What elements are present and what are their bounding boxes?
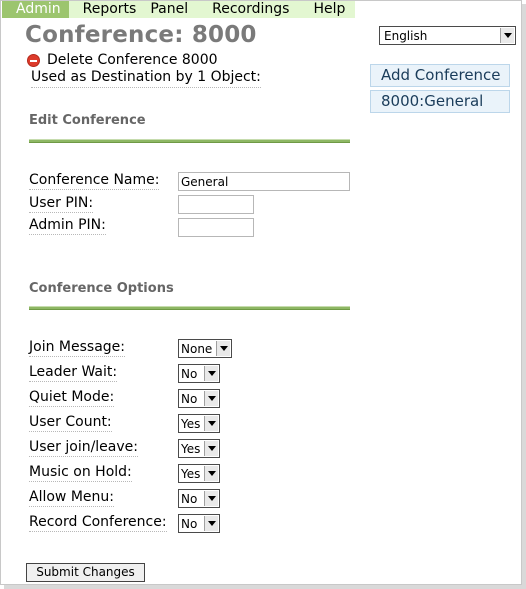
page-title: Conference: 8000 <box>25 22 257 48</box>
music-on-hold-label: Music on Hold: <box>29 464 132 482</box>
user-join-leave-select[interactable]: Yes <box>178 439 220 458</box>
leader-wait-label: Leader Wait: <box>29 364 118 382</box>
chevron-down-icon <box>216 341 230 356</box>
user-count-select[interactable]: Yes <box>178 414 220 433</box>
allow-menu-select[interactable]: No <box>178 489 220 508</box>
section-rule <box>29 139 350 143</box>
chevron-down-icon <box>204 366 218 381</box>
section-edit-conference: Edit Conference <box>29 113 146 128</box>
sidebar-item-8000-general[interactable]: 8000:General <box>370 90 510 113</box>
select-value: No <box>181 516 198 531</box>
language-select[interactable]: English <box>379 26 516 45</box>
leader-wait-select[interactable]: No <box>178 364 220 383</box>
music-on-hold-select[interactable]: Yes <box>178 464 220 483</box>
user-join-leave-label: User join/leave: <box>29 439 138 457</box>
conference-name-input[interactable] <box>178 172 350 191</box>
select-value: Yes <box>181 466 201 481</box>
window-shadow <box>522 4 526 589</box>
top-nav: Admin Reports Panel Recordings Help <box>2 1 355 18</box>
section-rule <box>29 306 350 310</box>
section-conference-options: Conference Options <box>29 281 174 296</box>
record-conference-label: Record Conference: <box>29 514 167 532</box>
chevron-down-icon <box>204 466 218 481</box>
nav-recordings[interactable]: Recordings <box>202 1 303 18</box>
user-count-label: User Count: <box>29 414 112 432</box>
chevron-down-icon <box>204 441 218 456</box>
quiet-mode-select[interactable]: No <box>178 389 220 408</box>
language-value: English <box>384 28 428 43</box>
chevron-down-icon <box>204 416 218 431</box>
delete-conference-link[interactable]: Delete Conference 8000 <box>27 51 218 69</box>
conference-name-label: Conference Name: <box>29 172 160 190</box>
user-pin-label: User PIN: <box>29 195 94 213</box>
user-pin-input[interactable] <box>178 195 254 214</box>
submit-changes-button[interactable]: Submit Changes <box>26 563 145 582</box>
select-value: No <box>181 491 198 506</box>
allow-menu-label: Allow Menu: <box>29 489 114 507</box>
admin-pin-input[interactable] <box>178 218 254 237</box>
window-shadow <box>4 585 526 589</box>
join-message-label: Join Message: <box>29 339 125 357</box>
select-value: No <box>181 366 198 381</box>
quiet-mode-label: Quiet Mode: <box>29 389 115 407</box>
chevron-down-icon <box>204 516 218 531</box>
chevron-down-icon <box>500 28 514 43</box>
used-as-destination: Used as Destination by 1 Object: <box>31 69 261 88</box>
nav-reports[interactable]: Reports <box>69 1 151 18</box>
nav-panel[interactable]: Panel <box>150 1 202 18</box>
select-value: Yes <box>181 441 201 456</box>
nav-admin[interactable]: Admin <box>2 1 69 18</box>
delete-icon <box>27 53 40 67</box>
add-conference-button[interactable]: Add Conference <box>370 64 510 87</box>
app-window: Admin Reports Panel Recordings Help Conf… <box>0 0 522 585</box>
select-value: None <box>181 341 213 356</box>
admin-pin-label: Admin PIN: <box>29 217 106 235</box>
select-value: No <box>181 391 198 406</box>
nav-help[interactable]: Help <box>303 1 345 18</box>
join-message-select[interactable]: None <box>178 339 232 358</box>
delete-conference-label: Delete Conference 8000 <box>47 52 218 68</box>
record-conference-select[interactable]: No <box>178 514 220 533</box>
select-value: Yes <box>181 416 201 431</box>
chevron-down-icon <box>204 391 218 406</box>
chevron-down-icon <box>204 491 218 506</box>
